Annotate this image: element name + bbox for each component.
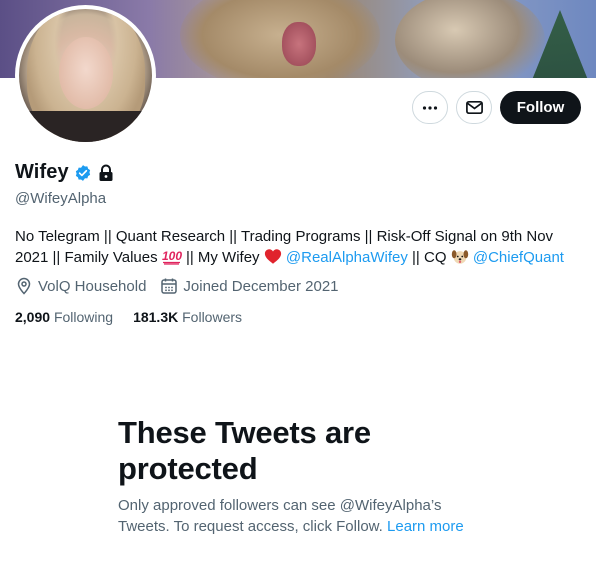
- svg-text:100: 100: [162, 249, 182, 263]
- bio-line-2a: 2021 || Family Values: [15, 249, 158, 266]
- verified-badge-icon[interactable]: [74, 164, 92, 182]
- follow-button[interactable]: Follow: [500, 91, 581, 124]
- bio-line-2c: || CQ: [412, 249, 447, 266]
- envelope-icon: [465, 100, 483, 115]
- profile-joined: Joined December 2021: [160, 277, 339, 295]
- banner-wolf: [395, 0, 545, 78]
- dog-face-emoji: [451, 250, 468, 264]
- banner-dog: [180, 0, 380, 78]
- bio-mention-chiefquant[interactable]: @ChiefQuant: [473, 249, 564, 266]
- following-label: Following: [53, 309, 114, 325]
- joined-text: Joined December 2021: [183, 277, 339, 295]
- message-button[interactable]: [456, 91, 492, 124]
- avatar[interactable]: [19, 9, 152, 142]
- calendar-icon: [161, 278, 178, 294]
- profile-meta: VolQ Household Joined December 2021: [15, 277, 353, 295]
- avatar-shirt: [19, 111, 152, 142]
- lock-icon: [99, 164, 113, 181]
- profile-name-row: Wifey: [15, 161, 114, 184]
- avatar-face: [59, 37, 113, 109]
- banner-dog-tongue: [282, 22, 316, 66]
- bio-mention-realalphawifey[interactable]: @RealAlphaWifey: [286, 249, 408, 266]
- follow-button-label: Follow: [516, 99, 565, 116]
- location-pin-icon: [17, 277, 31, 295]
- followers-count: 181.3K: [133, 309, 179, 325]
- profile-handle: @WifeyAlpha: [15, 190, 107, 207]
- bio-line-1: No Telegram || Quant Research || Trading…: [15, 228, 554, 245]
- display-name: Wifey: [15, 161, 69, 183]
- followers-label: Followers: [182, 309, 243, 325]
- more-options-button[interactable]: [412, 91, 448, 124]
- bio-line-2b: || My Wifey: [185, 249, 260, 266]
- profile-stats: 2,090 Following 181.3K Followers: [15, 309, 262, 325]
- red-heart-emoji: [264, 249, 281, 264]
- profile-location: VolQ Household: [15, 277, 146, 295]
- hundred-points-emoji: 100: [162, 249, 182, 265]
- learn-more-link[interactable]: Learn more: [387, 518, 464, 535]
- profile-bio: No Telegram || Quant Research || Trading…: [15, 226, 575, 268]
- protected-title: These Tweets are protected: [118, 415, 371, 486]
- location-text: VolQ Household: [38, 277, 147, 295]
- protected-desc-line-1: Only approved followers can see @WifeyAl…: [118, 497, 442, 514]
- avatar-frame[interactable]: [15, 5, 156, 146]
- protected-description: Only approved followers can see @WifeyAl…: [118, 495, 498, 537]
- following-count: 2,090: [15, 309, 51, 325]
- following-link[interactable]: 2,090 Following: [15, 309, 113, 325]
- more-icon: [422, 105, 438, 110]
- followers-link[interactable]: 181.3K Followers: [133, 309, 242, 325]
- protected-desc-line-2: Tweets. To request access, click Follow.: [118, 518, 383, 535]
- protected-notice: These Tweets are protected Only approved…: [118, 415, 498, 537]
